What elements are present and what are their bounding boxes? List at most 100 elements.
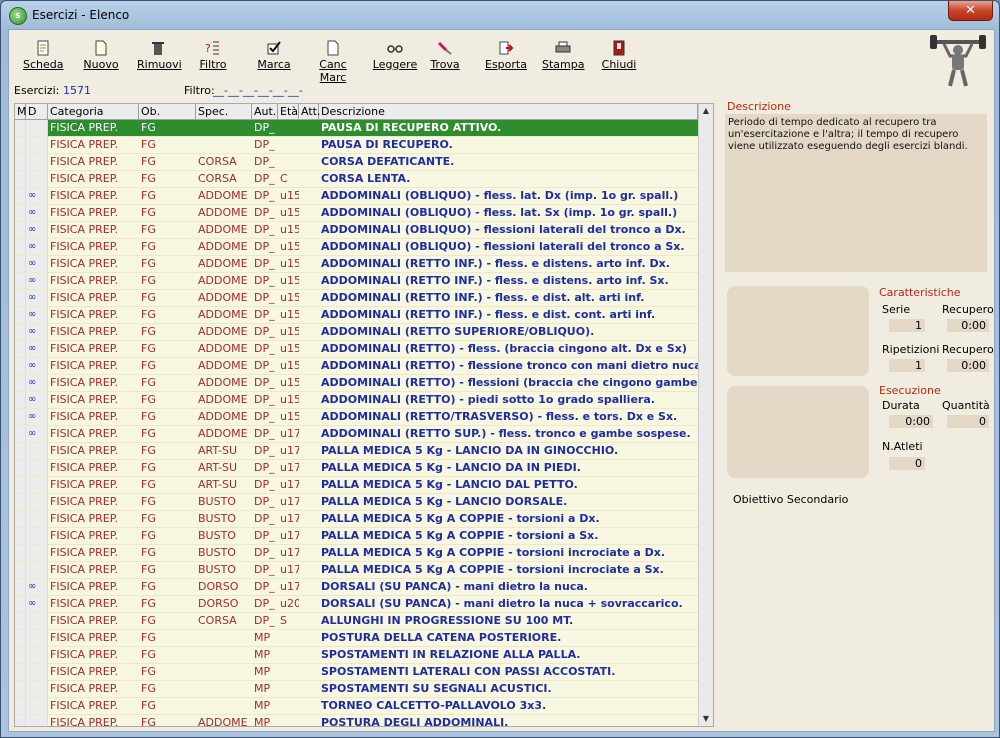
- table-row[interactable]: FISICA PREP. FG BUSTO DP_ u17 PALLA MEDICA 5 …: [15, 562, 698, 579]
- toolbar-button-filtro[interactable]: ? Filtro: [195, 36, 231, 78]
- col-header-categoria[interactable]: Categoria: [48, 104, 139, 119]
- cell-descrizione: ADDOMINALI (OBLIQUO) - flessioni lateral…: [321, 240, 685, 253]
- ripetizioni-value[interactable]: 1: [889, 359, 925, 372]
- quantita-value[interactable]: 0: [947, 415, 989, 428]
- cell-aut: DP_: [254, 376, 275, 389]
- close-button[interactable]: ✕: [948, 1, 993, 21]
- table-row[interactable]: ∞ FISICA PREP. FG ADDOME DP_ u15 ADDOMINALI (R…: [15, 392, 698, 409]
- table-row[interactable]: FISICA PREP. FG ART-SU DP_ u17 PALLA MEDICA 5…: [15, 443, 698, 460]
- toolbar-button-rimuovi[interactable]: Rimuovi: [137, 36, 182, 78]
- exercise-demo-icon: ∞: [26, 392, 48, 408]
- table-row[interactable]: FISICA PREP. FG DP_ PAUSA DI RECUPERO ATTIV…: [15, 120, 698, 137]
- cell-spec: ADDOME: [198, 716, 248, 727]
- toolbar-button-stampa[interactable]: Stampa: [542, 36, 584, 78]
- toolbar-button-leggere[interactable]: Leggere: [369, 36, 421, 78]
- description-text[interactable]: Periodo di tempo dedicato al recupero tr…: [725, 114, 987, 272]
- table-row[interactable]: ∞ FISICA PREP. FG DORSO DP_ u20 DORSALI (SU PA…: [15, 596, 698, 613]
- cell-ob: FG: [141, 699, 156, 712]
- toolbar-button-canc-marc[interactable]: Canc Marc: [305, 36, 361, 84]
- cell-ob: FG: [141, 342, 156, 355]
- table-row[interactable]: ∞ FISICA PREP. FG ADDOME DP_ u17 ADDOMINALI (R…: [15, 426, 698, 443]
- scroll-up-icon[interactable]: ▲: [699, 104, 713, 118]
- durata-value[interactable]: 0:00: [889, 415, 933, 428]
- table-row[interactable]: FISICA PREP. FG BUSTO DP_ u17 PALLA MEDICA 5 …: [15, 511, 698, 528]
- table-row[interactable]: FISICA PREP. FG BUSTO DP_ u17 PALLA MEDICA 5 …: [15, 494, 698, 511]
- cell-spec: ADDOME: [198, 427, 248, 440]
- cell-eta: u15: [280, 359, 299, 372]
- description-label: Descrizione: [727, 100, 791, 113]
- table-row[interactable]: FISICA PREP. FG MP SPOSTAMENTI IN RELAZIONE…: [15, 647, 698, 664]
- table-row[interactable]: FISICA PREP. FG DP_ PAUSA DI RECUPERO.: [15, 137, 698, 154]
- recupero1-value[interactable]: 0:00: [947, 319, 989, 332]
- recupero2-value[interactable]: 0:00: [947, 359, 989, 372]
- natleti-value[interactable]: 0: [889, 457, 925, 470]
- cell-att: [299, 307, 319, 323]
- cell-categoria: FISICA PREP.: [50, 716, 119, 727]
- scroll-down-icon[interactable]: ▼: [699, 712, 713, 726]
- toolbar-button-trova[interactable]: Trova: [427, 36, 463, 78]
- col-header-ob[interactable]: Ob.: [139, 104, 196, 119]
- toolbar-button-scheda[interactable]: Scheda: [23, 36, 64, 78]
- cell-spec: [196, 681, 252, 697]
- table-row[interactable]: ∞ FISICA PREP. FG ADDOME DP_ u15 ADDOMINALI (R…: [15, 375, 698, 392]
- table-row[interactable]: FISICA PREP. FG MP TORNEO CALCETTO-PALLAVOL…: [15, 698, 698, 715]
- col-header-descrizione[interactable]: Descrizione: [319, 104, 698, 119]
- table-row[interactable]: FISICA PREP. FG MP SPOSTAMENTI LATERALI CON…: [15, 664, 698, 681]
- table-row[interactable]: ∞ FISICA PREP. FG DORSO DP_ u17 DORSALI (SU PA…: [15, 579, 698, 596]
- col-header-d[interactable]: D: [26, 104, 48, 119]
- table-row[interactable]: ∞ FISICA PREP. FG ADDOME DP_ u15 ADDOMINALI (R…: [15, 256, 698, 273]
- col-header-spec[interactable]: Spec.: [196, 104, 252, 119]
- col-header-eta[interactable]: Età: [278, 104, 299, 119]
- filter-value[interactable]: __-__-__-__-__-__-: [213, 84, 303, 97]
- cell-m: [15, 664, 26, 680]
- table-row[interactable]: FISICA PREP. FG CORSA DP_ S ALLUNGHI IN PROGR…: [15, 613, 698, 630]
- trash-icon: [137, 40, 179, 56]
- cell-eta: u17: [280, 512, 299, 525]
- cell-aut: DP_: [254, 325, 275, 338]
- table-row[interactable]: FISICA PREP. FG ART-SU DP_ u17 PALLA MEDICA 5…: [15, 477, 698, 494]
- table-row[interactable]: FISICA PREP. FG CORSA DP_ CORSA DEFATICANTE.: [15, 154, 698, 171]
- table-row[interactable]: ∞ FISICA PREP. FG ADDOME DP_ u15 ADDOMINALI (O…: [15, 222, 698, 239]
- exercise-demo-icon: ∞: [26, 239, 48, 255]
- cell-m: [15, 477, 26, 493]
- vertical-scrollbar[interactable]: ▲ ▼: [698, 104, 713, 726]
- table-row[interactable]: ∞ FISICA PREP. FG ADDOME DP_ u15 ADDOMINALI (R…: [15, 307, 698, 324]
- table-row[interactable]: FISICA PREP. FG ADDOME MP POSTURA DEGLI ADDO…: [15, 715, 698, 727]
- table-row[interactable]: ∞ FISICA PREP. FG ADDOME DP_ u15 ADDOMINALI (R…: [15, 341, 698, 358]
- col-header-m[interactable]: M: [15, 104, 27, 119]
- table-row[interactable]: ∞ FISICA PREP. FG ADDOME DP_ u15 ADDOMINALI (R…: [15, 358, 698, 375]
- table-row[interactable]: ∞ FISICA PREP. FG ADDOME DP_ u15 ADDOMINALI (R…: [15, 324, 698, 341]
- toolbar-button-marca[interactable]: Marca: [257, 36, 291, 78]
- table-row[interactable]: FISICA PREP. FG MP POSTURA DELLA CATENA POS…: [15, 630, 698, 647]
- serie-value[interactable]: 1: [889, 319, 925, 332]
- cell-m: [15, 528, 26, 544]
- toolbar-button-esporta[interactable]: Esporta: [485, 36, 527, 78]
- table-row[interactable]: FISICA PREP. FG BUSTO DP_ u17 PALLA MEDICA 5 …: [15, 528, 698, 545]
- cell-ob: FG: [141, 597, 156, 610]
- cell-aut: DP_: [254, 342, 275, 355]
- toolbar-button-nuovo[interactable]: Nuovo: [83, 36, 119, 78]
- exercise-demo-icon: [26, 494, 48, 510]
- cell-aut: DP_: [254, 223, 275, 236]
- exercise-grid[interactable]: M D Categoria Ob. Spec. Aut. Età Att. De…: [14, 103, 714, 727]
- table-row[interactable]: ∞ FISICA PREP. FG ADDOME DP_ u15 ADDOMINALI (R…: [15, 290, 698, 307]
- table-row[interactable]: ∞ FISICA PREP. FG ADDOME DP_ u15 ADDOMINALI (O…: [15, 205, 698, 222]
- cell-descrizione: ADDOMINALI (OBLIQUO) - flessioni lateral…: [321, 223, 686, 236]
- table-row[interactable]: FISICA PREP. FG ART-SU DP_ u17 PALLA MEDICA 5…: [15, 460, 698, 477]
- cell-categoria: FISICA PREP.: [50, 546, 119, 559]
- table-row[interactable]: ∞ FISICA PREP. FG ADDOME DP_ u15 ADDOMINALI (O…: [15, 239, 698, 256]
- cell-att: [299, 630, 319, 646]
- table-row[interactable]: ∞ FISICA PREP. FG ADDOME DP_ u15 ADDOMINALI (R…: [15, 273, 698, 290]
- cell-categoria: FISICA PREP.: [50, 274, 119, 287]
- table-row[interactable]: FISICA PREP. FG BUSTO DP_ u17 PALLA MEDICA 5 …: [15, 545, 698, 562]
- table-row[interactable]: FISICA PREP. FG MP SPOSTAMENTI SU SEGNALI A…: [15, 681, 698, 698]
- cell-ob: FG: [141, 257, 156, 270]
- toolbar-button-chiudi[interactable]: Chiudi: [601, 36, 637, 78]
- table-row[interactable]: ∞ FISICA PREP. FG ADDOME DP_ u15 ADDOMINALI (R…: [15, 409, 698, 426]
- table-row[interactable]: ∞ FISICA PREP. FG ADDOME DP_ u15 ADDOMINALI (O…: [15, 188, 698, 205]
- table-row[interactable]: FISICA PREP. FG CORSA DP_ C CORSA LENTA.: [15, 171, 698, 188]
- col-header-att[interactable]: Att.: [299, 104, 320, 119]
- cell-m: [15, 290, 26, 306]
- title-bar[interactable]: S Esercizi - Elenco ✕: [1, 1, 999, 29]
- col-header-aut[interactable]: Aut.: [252, 104, 278, 119]
